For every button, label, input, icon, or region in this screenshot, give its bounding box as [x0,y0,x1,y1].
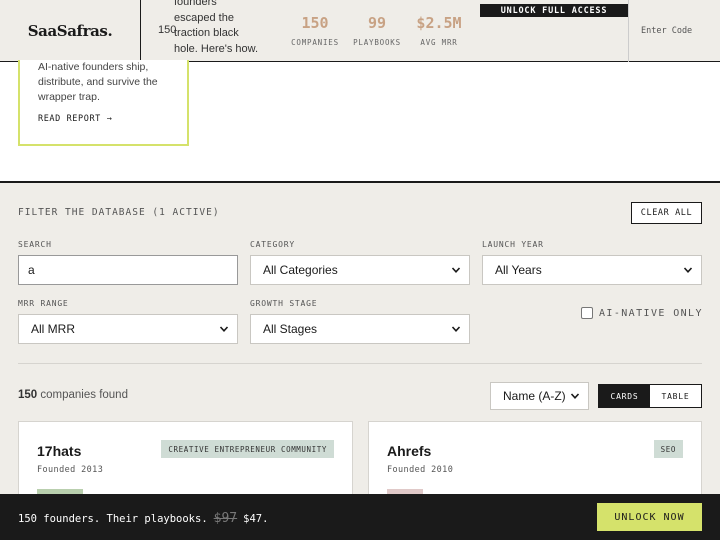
company-name: 17hats [37,443,82,459]
view-cards-button[interactable]: CARDS [599,385,650,407]
old-price: $97 [213,511,238,526]
category-select[interactable]: All Categories [250,255,470,285]
chevron-down-icon [219,326,229,332]
chevron-down-icon [451,267,461,273]
company-name: Ahrefs [387,443,432,459]
sort-select[interactable]: Name (A-Z) [490,382,589,410]
launch-year-select[interactable]: All Years [482,255,702,285]
chevron-down-icon [570,393,580,399]
ai-native-checkbox[interactable] [581,307,593,319]
ai-native-label: AI-NATIVE ONLY [599,307,703,319]
company-founded: Founded 2010 [387,465,454,475]
growth-stage-label: GROWTH STAGE [250,299,318,308]
clear-all-button[interactable]: CLEAR ALL [631,202,702,224]
company-founded: Founded 2013 [37,465,104,475]
report-card[interactable]: AI-native founders ship, distribute, and… [18,60,189,146]
site-logo[interactable]: SaaSafras. [0,0,141,62]
launch-year-label: LAUNCH YEAR [482,240,544,249]
stat-playbooks: 99 PLAYBOOKS [353,14,401,47]
new-price: $47. [243,513,269,525]
report-description: AI-native founders ship, distribute, and… [38,61,158,103]
category-label: CATEGORY [250,240,295,249]
read-report-link[interactable]: READ REPORT → [38,114,169,124]
filter-title: FILTER THE DATABASE (1 ACTIVE) [18,207,220,218]
category-tag: CREATIVE ENTREPRENEUR COMMUNITY [161,440,334,458]
divider [18,363,702,364]
chevron-down-icon [451,326,461,332]
category-tag: SEO [653,440,683,458]
search-input[interactable]: a [18,255,238,285]
view-toggle: CARDS TABLE [598,384,702,408]
stat-avg-mrr: $2.5M AVG MRR [416,14,462,47]
mrr-range-label: MRR RANGE [18,299,69,308]
site-header: SaaSafras. 150 founders escaped the trac… [0,0,720,62]
growth-stage-select[interactable]: All Stages [250,314,470,344]
unlock-full-access-button[interactable]: UNLOCK FULL ACCESS [480,4,628,17]
stat-companies: 150 COMPANIES [291,14,339,47]
view-table-button[interactable]: TABLE [650,385,701,407]
unlock-now-button[interactable]: UNLOCK NOW [597,503,702,531]
chevron-down-icon [683,267,693,273]
mrr-range-select[interactable]: All MRR [18,314,238,344]
promo-text: 150 founders. Their playbooks. $97 $47. [18,511,269,526]
enter-code-input[interactable]: Enter Code [628,0,720,62]
ai-native-toggle[interactable]: AI-NATIVE ONLY [581,307,703,319]
hero-section: AI-native founders ship, distribute, and… [0,60,720,183]
header-tagline: founders escaped the traction black hole… [174,0,259,55]
search-label: SEARCH [18,240,52,249]
results-count: 150 companies found [18,389,128,401]
